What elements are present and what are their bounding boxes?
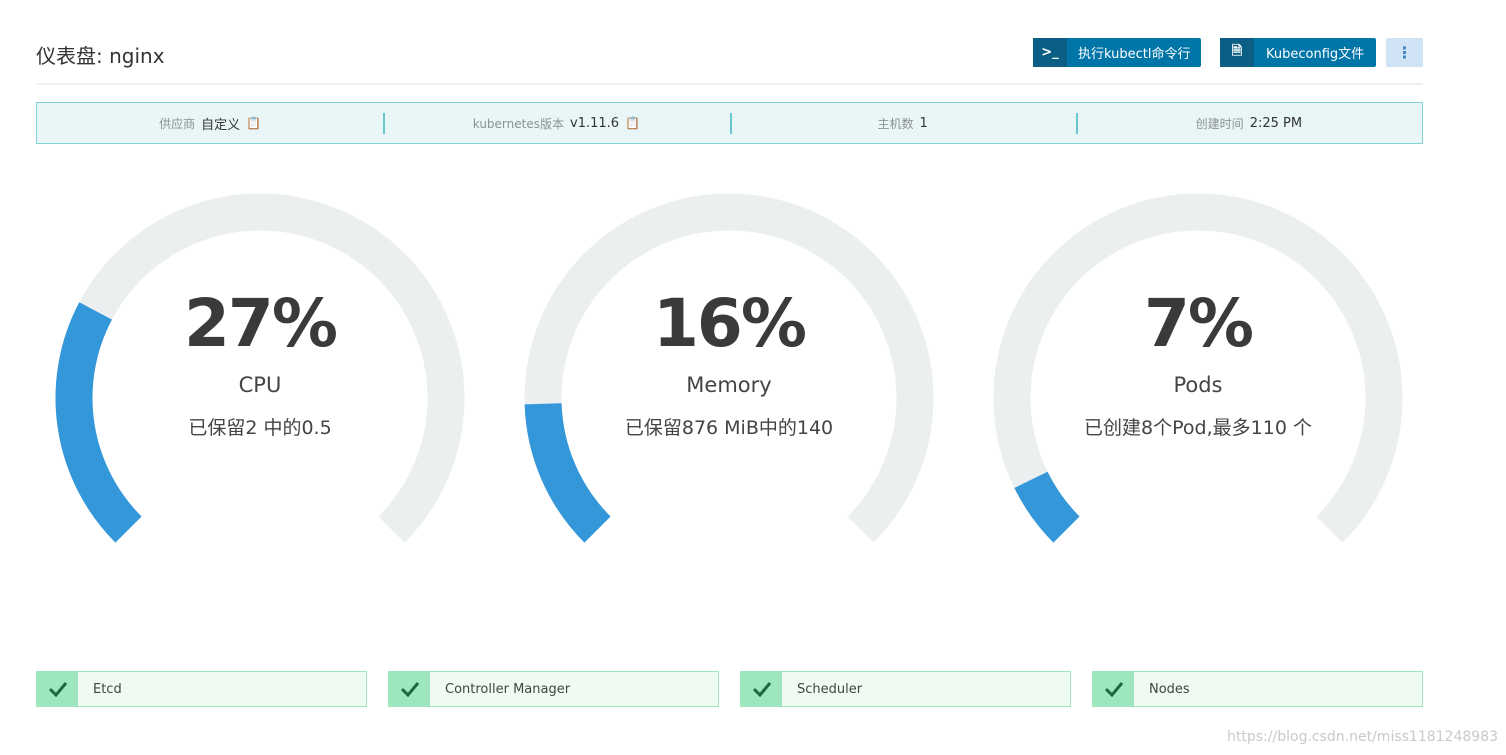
status-nodes: Nodes	[1092, 671, 1423, 707]
info-value: 2:25 PM	[1249, 115, 1303, 131]
watermark: https://blog.csdn.net/miss1181248983	[1227, 729, 1498, 745]
kubectl-shell-button[interactable]: >_ 执行kubectl命令行	[1033, 38, 1202, 67]
info-hosts: 主机数 1	[729, 103, 1076, 143]
gauge-label: Memory	[686, 373, 772, 397]
gauge-ring	[524, 193, 934, 543]
page-title: 仪表盘: nginx	[36, 44, 165, 68]
gauge-memory: 16% Memory 已保留876 MiB中的140	[509, 180, 949, 560]
gauge-cpu: 27% CPU 已保留2 中的0.5	[40, 180, 480, 560]
gauge-fill	[1014, 471, 1080, 543]
status-etcd: Etcd	[36, 671, 367, 707]
status-label: Nodes	[1149, 681, 1190, 697]
gauge-track	[993, 193, 1403, 543]
more-vertical-button[interactable]: ⋮	[1386, 38, 1423, 67]
gauge-track	[524, 193, 934, 543]
gauge-label: Pods	[1173, 373, 1223, 397]
check-icon	[37, 672, 78, 706]
copy-icon[interactable]: 📋	[246, 116, 261, 130]
status-scheduler: Scheduler	[740, 671, 1071, 707]
terminal-icon: >_	[1033, 38, 1067, 67]
divider	[36, 83, 1423, 85]
status-label: Etcd	[93, 681, 122, 697]
gauge-pods: 7% Pods 已创建8个Pod,最多110 个	[978, 180, 1418, 560]
check-icon	[389, 672, 430, 706]
kubeconfig-label: Kubeconfig文件	[1266, 47, 1365, 62]
check-icon	[1093, 672, 1134, 706]
cluster-info-bar: 供应商 自定义 📋 kubernetes版本 v1.11.6 📋 主机数 1 创建时间 2:…	[36, 102, 1423, 144]
file-icon: 🗎	[1220, 38, 1254, 67]
gauge-track	[55, 193, 465, 543]
info-value: 1	[919, 115, 928, 131]
info-provider: 供应商 自定义 📋	[37, 103, 383, 143]
info-value: v1.11.6	[570, 115, 620, 131]
info-version: kubernetes版本 v1.11.6 📋	[383, 103, 729, 143]
gauge-percent: 7%	[1143, 285, 1254, 362]
info-key: 主机数	[877, 116, 914, 131]
gauge-label: CPU	[238, 373, 282, 397]
gauge-ring	[55, 193, 465, 543]
check-icon	[741, 672, 782, 706]
more-vertical-icon: ⋮	[1396, 43, 1413, 62]
info-created: 创建时间 2:25 PM	[1075, 103, 1422, 143]
info-value: 自定义	[201, 117, 241, 133]
kubectl-shell-label: 执行kubectl命令行	[1078, 47, 1191, 62]
info-key: kubernetes版本	[472, 116, 564, 131]
gauge-subtext: 已保留876 MiB中的140	[624, 417, 834, 439]
status-controller-manager: Controller Manager	[388, 671, 719, 707]
gauge-ring	[993, 193, 1403, 543]
kubeconfig-button[interactable]: 🗎 Kubeconfig文件	[1220, 38, 1377, 67]
status-label: Scheduler	[797, 681, 863, 697]
info-key: 供应商	[159, 116, 196, 131]
gauge-percent: 16%	[653, 285, 807, 362]
copy-icon[interactable]: 📋	[625, 116, 640, 130]
gauge-subtext: 已保留2 中的0.5	[188, 417, 332, 439]
gauge-percent: 27%	[184, 285, 338, 362]
status-label: Controller Manager	[445, 681, 571, 697]
info-key: 创建时间	[1195, 116, 1244, 131]
gauge-subtext: 已创建8个Pod,最多110 个	[1084, 417, 1312, 439]
